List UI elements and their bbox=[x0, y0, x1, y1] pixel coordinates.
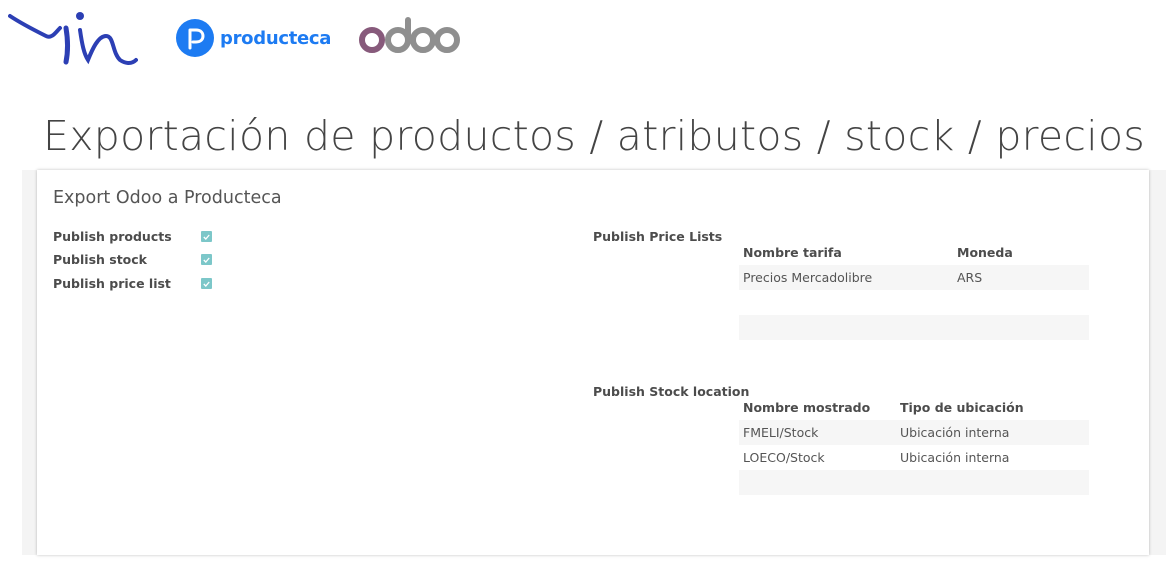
table-cell: LOECO/Stock bbox=[743, 450, 825, 465]
table-cell: Ubicación interna bbox=[900, 450, 1010, 465]
publish-stock-label: Publish stock bbox=[53, 252, 147, 267]
producteca-wordmark: producteca bbox=[220, 27, 332, 49]
column-header: Nombre tarifa bbox=[743, 245, 842, 260]
logo-bar: producteca bbox=[0, 0, 1171, 80]
column-header: Tipo de ubicación bbox=[900, 400, 1024, 415]
table-cell: Ubicación interna bbox=[900, 425, 1010, 440]
table-empty-row bbox=[739, 315, 1089, 340]
odoo-logo bbox=[359, 17, 460, 53]
publish-stock-location-label: Publish Stock location bbox=[593, 384, 750, 399]
producteca-p-icon bbox=[176, 19, 214, 57]
column-header: Nombre mostrado bbox=[743, 400, 871, 415]
page-headline: Exportación de productos / atributos / s… bbox=[43, 112, 1145, 160]
table-header: Nombre tarifa Moneda bbox=[739, 240, 1089, 265]
table-cell: FMELI/Stock bbox=[743, 425, 819, 440]
publish-price-list-checkbox[interactable] bbox=[201, 278, 212, 289]
form-sheet: Export Odoo a Producteca Publish product… bbox=[37, 170, 1149, 555]
table-cell: Precios Mercadolibre bbox=[743, 270, 873, 285]
checkmark-icon bbox=[203, 257, 210, 263]
publish-price-list-label: Publish price list bbox=[53, 276, 171, 291]
table-row[interactable]: LOECO/Stock Ubicación interna bbox=[739, 445, 1089, 470]
table-cell: ARS bbox=[957, 270, 983, 285]
publish-stock-checkbox[interactable] bbox=[201, 254, 212, 265]
publish-price-lists-label: Publish Price Lists bbox=[593, 229, 723, 244]
table-row[interactable]: Precios Mercadolibre ARS bbox=[739, 265, 1089, 290]
table-header: Nombre mostrado Tipo de ubicación bbox=[739, 395, 1089, 420]
table-empty-row bbox=[739, 290, 1089, 315]
form-title: Export Odoo a Producteca bbox=[53, 188, 282, 208]
publish-products-checkbox[interactable] bbox=[201, 231, 212, 242]
column-header: Moneda bbox=[957, 245, 1013, 260]
producteca-logo: producteca bbox=[176, 19, 331, 57]
table-row[interactable]: FMELI/Stock Ubicación interna bbox=[739, 420, 1089, 445]
publish-products-label: Publish products bbox=[53, 229, 172, 244]
table-empty-row bbox=[739, 470, 1089, 495]
in-brand-logo bbox=[8, 12, 138, 65]
price-lists-table: Nombre tarifa Moneda Precios Mercadolibr… bbox=[739, 240, 1089, 340]
stock-locations-table: Nombre mostrado Tipo de ubicación FMELI/… bbox=[739, 395, 1089, 495]
checkmark-icon bbox=[203, 234, 210, 240]
checkmark-icon bbox=[203, 281, 210, 287]
